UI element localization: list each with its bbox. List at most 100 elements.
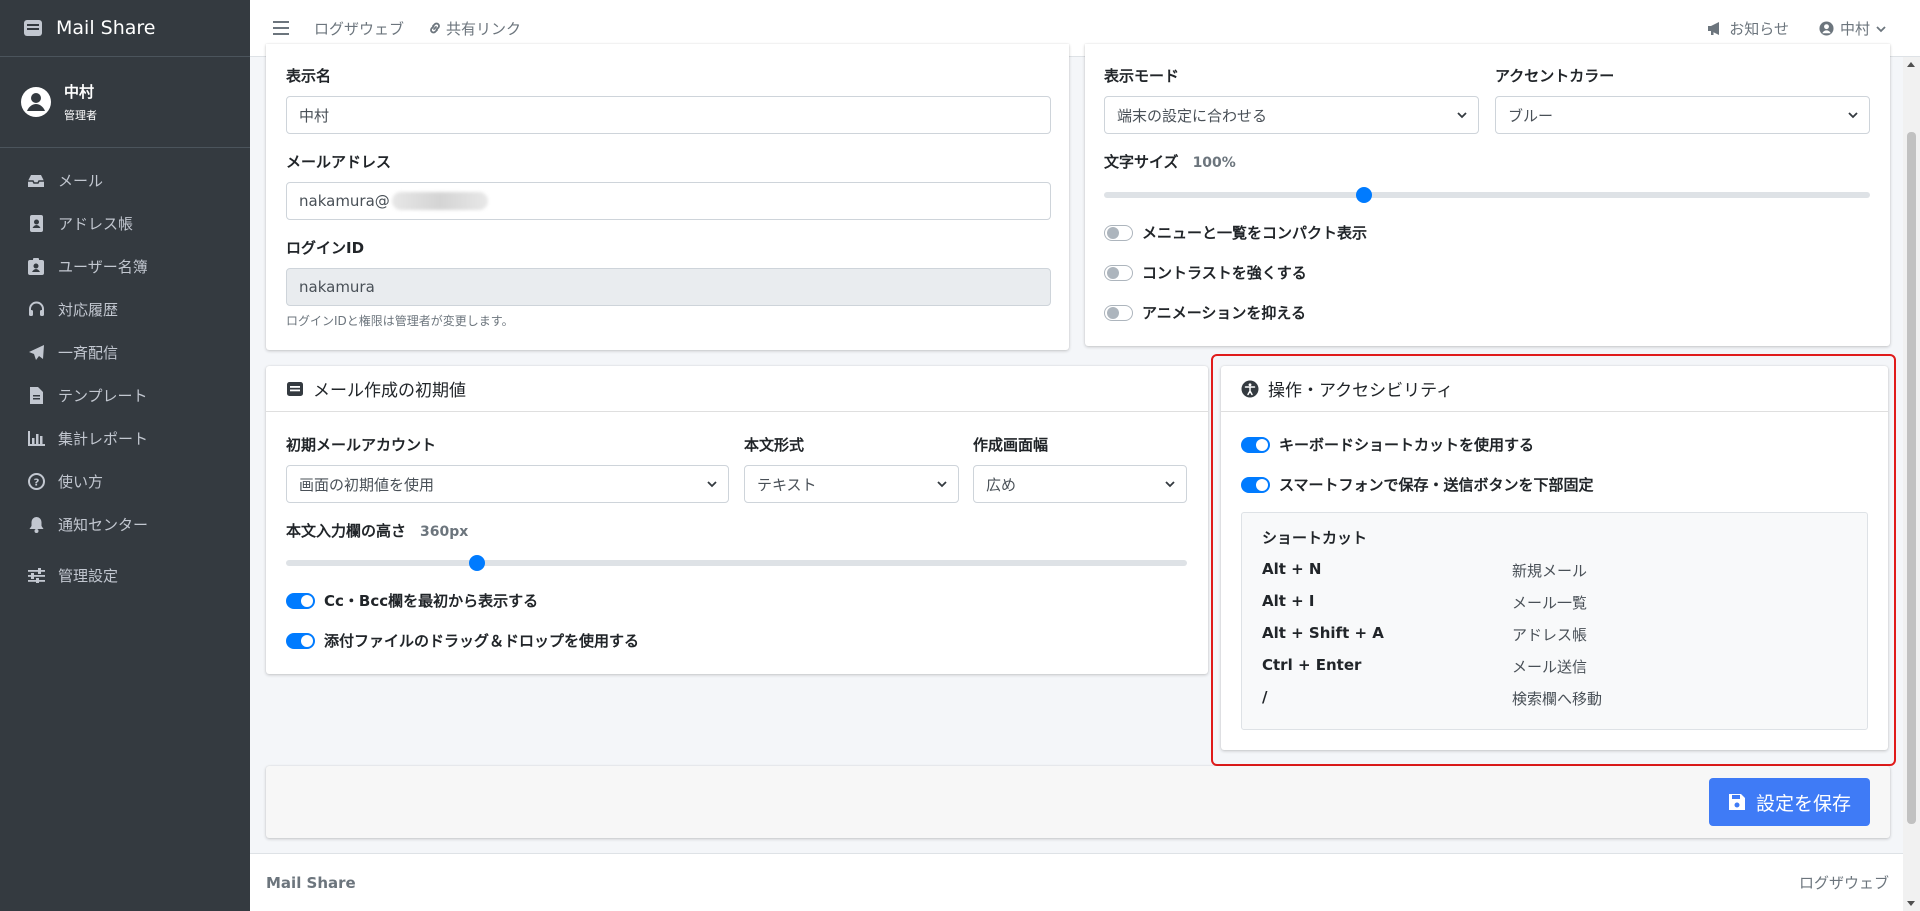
- sidebar-item-broadcast[interactable]: 一斉配信: [0, 331, 250, 374]
- chevron-down-icon: [937, 481, 947, 488]
- toggle-compact[interactable]: メニューと一覧をコンパクト表示: [1104, 222, 1367, 243]
- file-icon: [27, 387, 45, 405]
- envelope-box-icon: [24, 20, 42, 36]
- login-id-value: nakamura: [299, 278, 375, 296]
- shortcut-row: Alt + Shift + A アドレス帳: [1262, 624, 1842, 644]
- font-size-label-text: 文字サイズ: [1104, 153, 1179, 171]
- profile-card: 表示名 中村 メールアドレス nakamura@ ログインID nakamura…: [266, 44, 1069, 350]
- shortcut-key: Alt + Shift + A: [1262, 624, 1384, 642]
- shortcut-key: /: [1262, 688, 1268, 706]
- body-format-select[interactable]: テキスト: [744, 465, 959, 503]
- font-size-label: 文字サイズ 100%: [1104, 151, 1236, 172]
- body-height-label: 本文入力欄の高さ 360px: [286, 520, 468, 541]
- compose-width-select[interactable]: 広め: [973, 465, 1187, 503]
- sidebar-item-label: 一斉配信: [58, 344, 119, 362]
- user-panel[interactable]: 中村 管理者: [0, 57, 250, 148]
- display-mode-select[interactable]: 端末の設定に合わせる: [1104, 96, 1479, 134]
- sidebar-item-reports[interactable]: 集計レポート: [0, 417, 250, 460]
- paper-plane-icon: [27, 344, 45, 362]
- chevron-down-icon: [1457, 112, 1467, 119]
- shortcut-row: Ctrl + Enter メール送信: [1262, 656, 1842, 676]
- toggle-reduce-animation[interactable]: アニメーションを抑える: [1104, 302, 1306, 323]
- shortcut-action: アドレス帳: [1512, 626, 1588, 644]
- scroll-up-icon[interactable]: [1907, 62, 1915, 67]
- body-height-slider[interactable]: [286, 555, 1187, 571]
- top-link-share[interactable]: 共有リンク: [428, 18, 521, 39]
- toggle-contrast[interactable]: コントラストを強くする: [1104, 262, 1307, 283]
- accessibility-icon: [1241, 380, 1259, 397]
- toggle-switch[interactable]: [1104, 304, 1133, 321]
- toggle-switch[interactable]: [1241, 476, 1270, 493]
- shortcut-row: / 検索欄へ移動: [1262, 688, 1842, 708]
- display-card: 表示モード 端末の設定に合わせる アクセントカラー ブルー 文字サイズ 100% …: [1085, 44, 1890, 346]
- floppy-disk-icon: [1728, 794, 1745, 810]
- page-scrollbar[interactable]: [1903, 57, 1920, 911]
- sidebar-item-admin-settings[interactable]: 管理設定: [0, 554, 250, 597]
- sidebar-item-label: 集計レポート: [58, 430, 149, 448]
- sidebar-item-history[interactable]: 対応履歴: [0, 288, 250, 331]
- footer-link[interactable]: ログザウェブ: [1799, 872, 1889, 893]
- toggle-drag-drop[interactable]: 添付ファイルのドラッグ＆ドロップを使用する: [286, 630, 639, 651]
- shortcut-action: 新規メール: [1512, 562, 1588, 580]
- top-link-label: 共有リンク: [446, 19, 522, 38]
- shortcut-action: 検索欄へ移動: [1512, 690, 1603, 708]
- sidebar-item-label: テンプレート: [58, 387, 148, 405]
- footer: Mail Share ログザウェブ: [250, 853, 1920, 911]
- top-link-logzaweb[interactable]: ログザウェブ: [314, 18, 404, 39]
- shortcut-key: Ctrl + Enter: [1262, 656, 1362, 674]
- sidebar-item-mail[interactable]: メール: [0, 159, 250, 202]
- default-account-select[interactable]: 画面の初期値を使用: [286, 465, 729, 503]
- email-label: メールアドレス: [286, 153, 392, 171]
- font-size-slider[interactable]: [1104, 187, 1870, 203]
- toggle-cc-bcc[interactable]: Cc・Bcc欄を最初から表示する: [286, 590, 538, 611]
- user-circle-icon: [1819, 21, 1834, 36]
- toggle-switch[interactable]: [286, 592, 315, 609]
- toggle-switch[interactable]: [286, 632, 315, 649]
- hamburger-menu-icon[interactable]: [273, 21, 289, 35]
- sidebar-item-notifications[interactable]: 通知センター: [0, 503, 250, 546]
- scrollbar-thumb[interactable]: [1907, 132, 1916, 824]
- chevron-down-icon: [1848, 112, 1858, 119]
- email-value: nakamura@: [299, 192, 390, 210]
- display-name-input[interactable]: 中村: [286, 96, 1051, 134]
- compose-width-label: 作成画面幅: [973, 436, 1049, 454]
- notice-link[interactable]: お知らせ: [1706, 18, 1789, 39]
- toggle-label: キーボードショートカットを使用する: [1279, 436, 1535, 454]
- sidebar: Mail Share 中村 管理者 メール アドレス帳 ユーザー名簿 対応履歴 …: [0, 0, 250, 911]
- inbox-icon: [27, 172, 45, 190]
- sliders-icon: [27, 567, 45, 585]
- user-menu[interactable]: 中村: [1819, 18, 1886, 39]
- chevron-down-icon: [707, 481, 717, 488]
- sidebar-item-templates[interactable]: テンプレート: [0, 374, 250, 417]
- toggle-switch[interactable]: [1241, 436, 1270, 453]
- font-size-slider-thumb[interactable]: [1356, 187, 1373, 203]
- compose-card-header: メール作成の初期値: [266, 366, 1208, 412]
- login-id-input: nakamura: [286, 268, 1051, 306]
- accessibility-card: 操作・アクセシビリティ キーボードショートカットを使用する スマートフォンで保存…: [1221, 366, 1888, 750]
- toggle-fixed-bottom-buttons[interactable]: スマートフォンで保存・送信ボタンを下部固定: [1241, 474, 1594, 495]
- sidebar-item-address-book[interactable]: アドレス帳: [0, 202, 250, 245]
- font-size-value: 100%: [1192, 155, 1236, 171]
- sidebar-item-label: 通知センター: [58, 516, 149, 534]
- body-height-slider-thumb[interactable]: [469, 555, 485, 571]
- user-menu-label: 中村: [1839, 20, 1870, 38]
- shortcut-box: ショートカット Alt + N 新規メール Alt + I メール一覧 Alt + …: [1241, 512, 1868, 730]
- toggle-switch[interactable]: [1104, 264, 1133, 281]
- scroll-down-icon[interactable]: [1907, 901, 1915, 906]
- accessibility-card-header: 操作・アクセシビリティ: [1221, 366, 1888, 412]
- address-book-icon: [27, 215, 45, 233]
- chart-icon: [27, 430, 45, 448]
- notice-label: お知らせ: [1729, 20, 1789, 38]
- sidebar-item-label: 対応履歴: [58, 301, 119, 319]
- save-settings-button[interactable]: 設定を保存: [1709, 778, 1870, 826]
- brand[interactable]: Mail Share: [0, 0, 250, 57]
- email-input[interactable]: nakamura@: [286, 182, 1051, 220]
- toggle-keyboard-shortcuts[interactable]: キーボードショートカットを使用する: [1241, 434, 1534, 455]
- accent-color-select[interactable]: ブルー: [1495, 96, 1870, 134]
- body-height-label-text: 本文入力欄の高さ: [286, 522, 407, 540]
- sidebar-item-help[interactable]: ? 使い方: [0, 460, 250, 503]
- sidebar-item-user-roster[interactable]: ユーザー名簿: [0, 245, 250, 288]
- toggle-switch[interactable]: [1104, 224, 1133, 241]
- user-name: 中村: [64, 83, 95, 101]
- compose-card-title: メール作成の初期値: [313, 381, 466, 401]
